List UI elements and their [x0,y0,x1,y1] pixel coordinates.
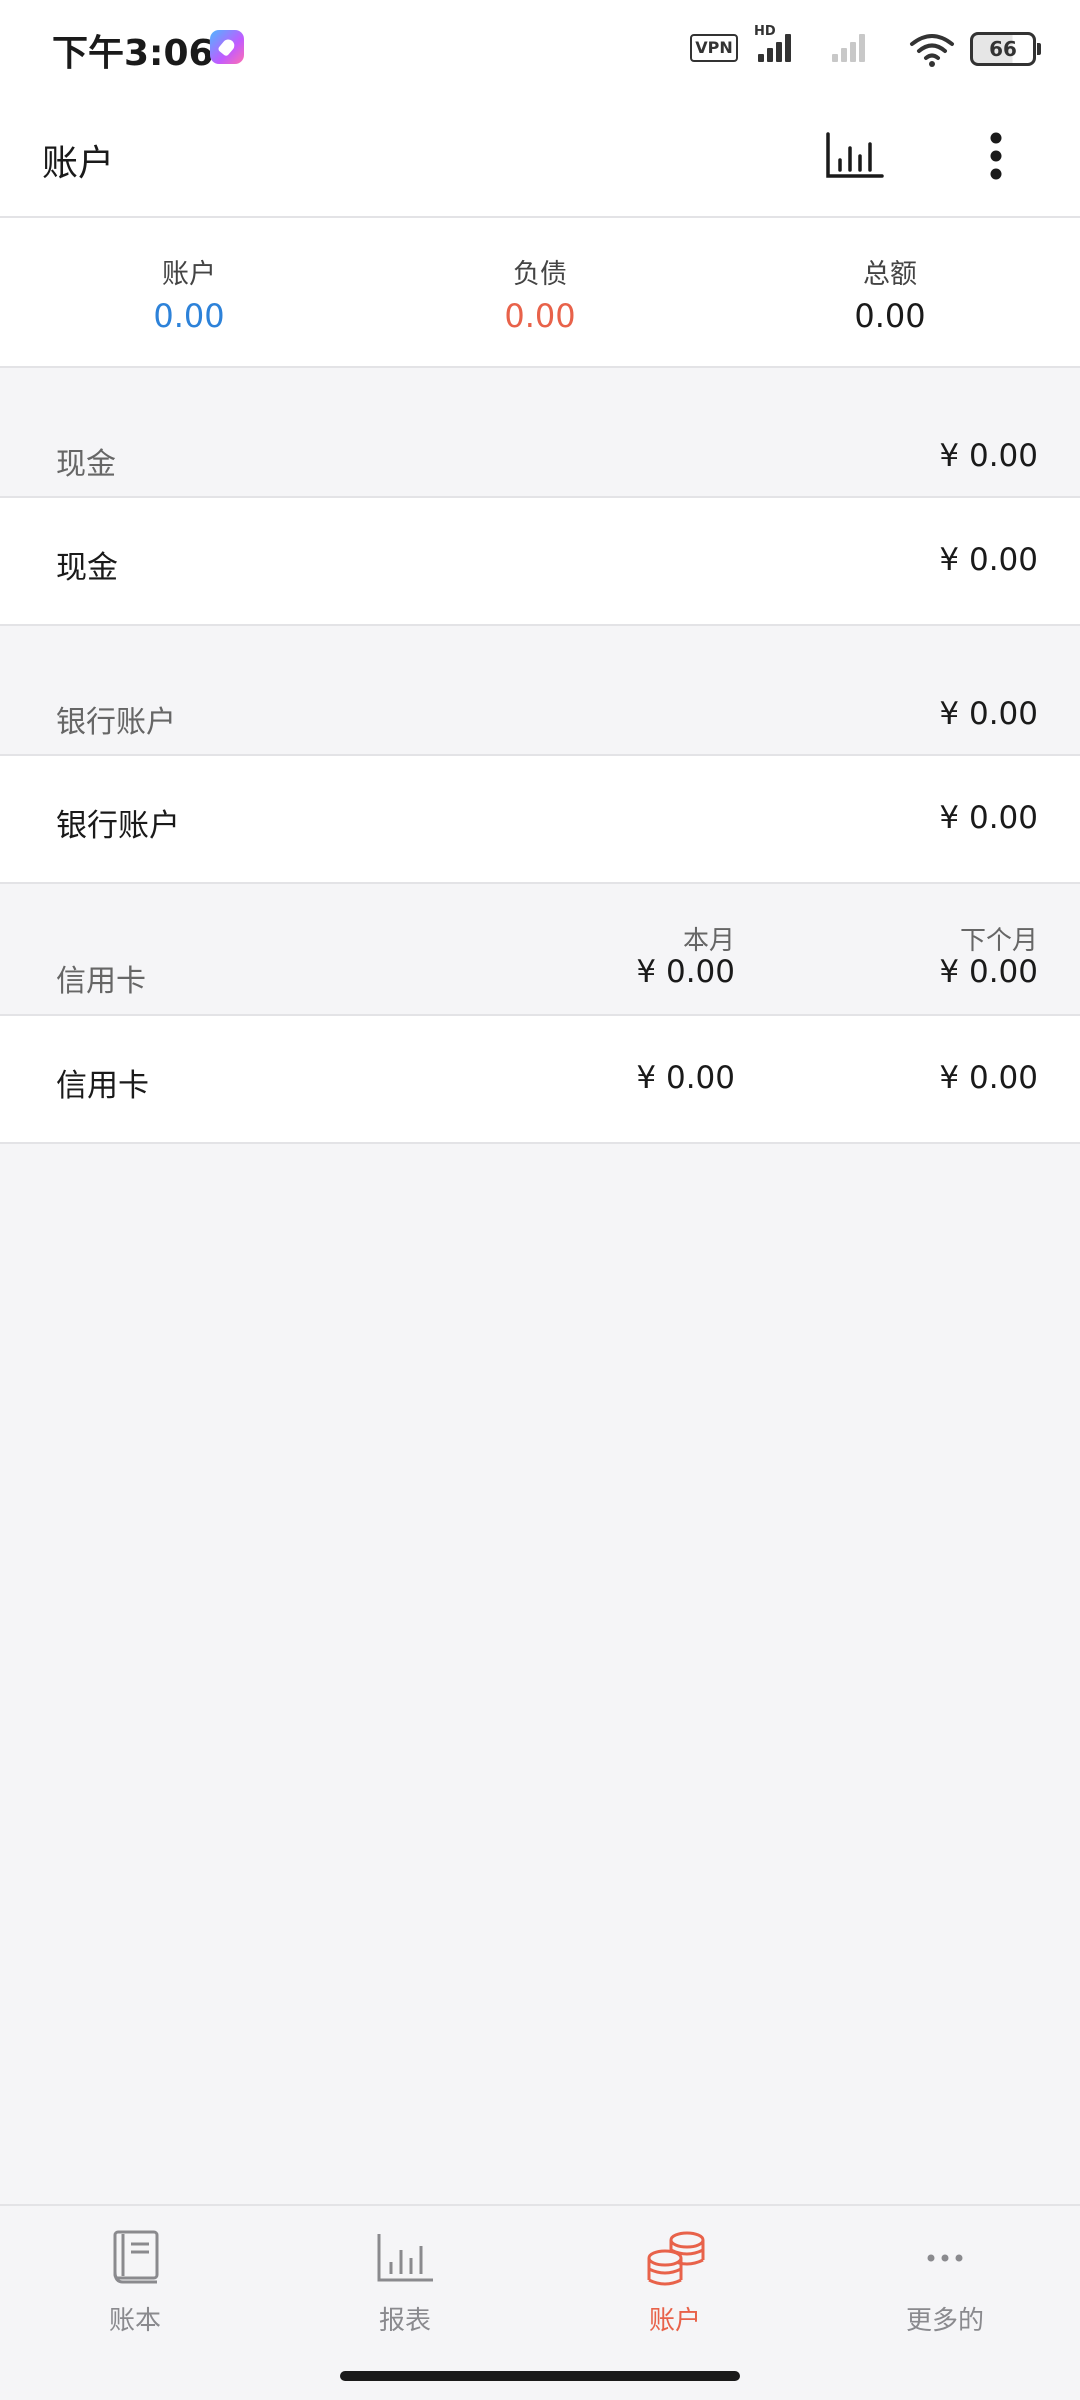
nav-item-more[interactable]: 更多的 [845,2226,1045,2346]
column-this-month: 本月 [682,926,735,956]
nav-label-ledger: 账本 [108,2306,161,2336]
more-horizontal-icon [927,2254,963,2262]
section-bank-title: 银行账户 [56,705,176,740]
status-time: 下午3:06 [52,33,214,74]
nav-label-reports: 报表 [378,2306,431,2336]
column-next-month: 下个月 [959,926,1038,956]
nav-item-reports[interactable]: 报表 [305,2226,505,2346]
summary-total-value: 0.00 [854,297,926,335]
book-icon [113,2230,159,2284]
summary-liabilities-label: 负债 [513,259,567,290]
section-credit-next-month-total: ¥ 0.00 [939,954,1038,990]
summary-total-label: 总额 [863,259,917,290]
battery-indicator: 66 [970,32,1041,66]
account-credit-name: 信用卡 [56,1068,149,1104]
top-app-bar: 账户 [0,96,1080,218]
account-cash-balance: ¥ 0.00 [939,542,1038,578]
signal-strong-icon: HD [754,24,796,64]
account-row-credit[interactable]: 信用卡 ¥ 0.00 ¥ 0.00 [0,1016,1080,1144]
nav-label-more: 更多的 [905,2306,984,2336]
section-credit-title: 信用卡 [56,964,146,999]
account-cash-name: 现金 [56,550,118,586]
summary-accounts: 账户 0.00 [39,252,339,335]
account-credit-next-month: ¥ 0.00 [939,1060,1038,1096]
summary-accounts-value: 0.00 [153,297,225,335]
status-bar: 下午3:06 VPN HD 66 [0,0,1080,96]
bottom-navigation: 账本 报表 账户 更多的 [0,2204,1080,2356]
vpn-icon: VPN [690,34,738,62]
nav-label-accounts: 账户 [648,2306,701,2336]
summary-liabilities-value: 0.00 [504,297,576,335]
coins-icon [647,2231,705,2286]
account-row-bank[interactable]: 银行账户 ¥ 0.00 [0,756,1080,884]
nav-item-ledger[interactable]: 账本 [35,2226,235,2346]
section-header-cash: 现金 ¥ 0.00 [0,368,1080,498]
summary-accounts-label: 账户 [162,259,216,290]
home-indicator[interactable] [340,2371,740,2381]
more-vertical-icon [990,132,1002,180]
summary-panel: 账户 0.00 负债 0.00 总额 0.00 [0,218,1080,368]
section-cash-title: 现金 [56,447,116,482]
bar-chart-icon [377,2234,433,2282]
chart-button[interactable] [820,124,890,188]
section-cash-total: ¥ 0.00 [939,438,1038,474]
hd-label: HD [754,24,776,39]
status-icons: VPN HD 66 [690,24,1041,68]
signal-weak-icon [828,28,870,64]
section-bank-total: ¥ 0.00 [939,696,1038,732]
screen: 下午3:06 VPN HD 66 账户 账户 0.00 负债 0.00 总额 0… [0,0,1080,2400]
page-title: 账户 [42,143,115,184]
account-row-cash[interactable]: 现金 ¥ 0.00 [0,498,1080,626]
account-bank-name: 银行账户 [56,808,180,844]
account-credit-this-month: ¥ 0.00 [636,1060,735,1096]
section-credit-this-month-total: ¥ 0.00 [636,954,735,990]
wifi-icon [910,34,954,67]
summary-total: 总额 0.00 [740,252,1040,335]
account-bank-balance: ¥ 0.00 [939,800,1038,836]
section-header-credit: 本月 下个月 信用卡 ¥ 0.00 ¥ 0.00 [0,884,1080,1016]
section-header-bank: 银行账户 ¥ 0.00 [0,626,1080,756]
more-options-button[interactable] [964,124,1028,188]
nav-item-accounts[interactable]: 账户 [575,2226,775,2346]
summary-liabilities: 负债 0.00 [390,252,690,335]
bar-chart-icon [826,132,884,178]
rocket-app-icon [210,30,244,64]
